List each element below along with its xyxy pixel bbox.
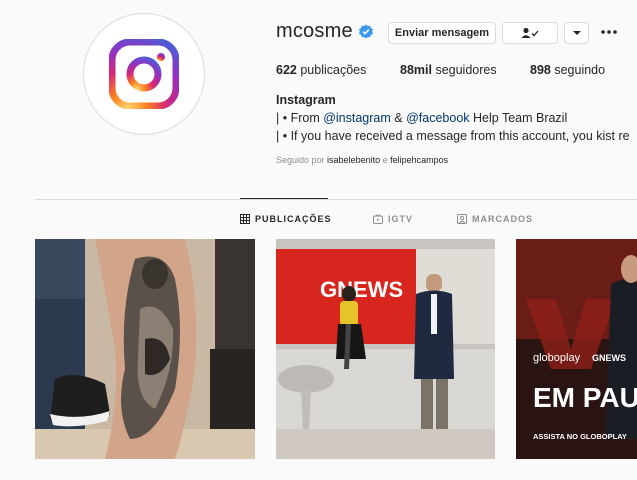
stat-following[interactable]: 898 seguindo <box>530 63 605 77</box>
post-thumbnail[interactable]: GNEWS <box>276 239 495 459</box>
active-tab-indicator <box>240 198 328 199</box>
tab-tagged[interactable]: MARCADOS <box>457 214 533 224</box>
profile-avatar[interactable] <box>83 13 205 135</box>
profile-username: mcosme <box>276 20 353 42</box>
more-horizontal-icon[interactable] <box>600 28 618 36</box>
bio-text: | • From <box>276 111 324 125</box>
instagram-logo-icon <box>109 39 179 109</box>
globoplay-logo-text: globoplay <box>533 352 581 364</box>
promo-headline: EM PAU <box>533 382 637 413</box>
bio-text: Help Team Brazil <box>469 111 568 125</box>
tagged-icon <box>457 214 467 224</box>
tab-igtv[interactable]: IGTV <box>373 214 413 224</box>
send-message-button[interactable]: Enviar mensagem <box>388 22 496 44</box>
gnews-logo-text: GNEWS <box>320 277 403 302</box>
suggestions-dropdown-button[interactable] <box>564 22 589 44</box>
bio-line-2: | • If you have received a message from … <box>276 129 630 143</box>
stat-followers[interactable]: 88mil seguidores <box>400 63 497 77</box>
person-check-icon <box>521 27 539 38</box>
facebook-mention-link[interactable]: @facebook <box>406 111 469 125</box>
stat-posts: 622 publicações <box>276 63 367 77</box>
bio-line-1: | • From @instagram & @facebook Help Tea… <box>276 111 567 125</box>
chevron-down-icon <box>572 31 581 35</box>
post-thumbnail[interactable] <box>35 239 255 459</box>
tabs-divider <box>35 199 637 200</box>
grid-icon <box>240 214 250 224</box>
tab-posts[interactable]: PUBLICAÇÕES <box>240 214 332 224</box>
followed-by[interactable]: Seguido por isabelebenito e felipehcampo… <box>276 155 448 165</box>
verified-badge-icon <box>359 24 373 39</box>
bio-text: & <box>390 111 407 125</box>
gnews-logo-text: GNEWS <box>592 353 626 363</box>
globoplay-promo: globoplay GNEWS EM PAU ASSISTA NO GLOBOP… <box>516 239 637 459</box>
post-thumbnail[interactable]: globoplay GNEWS EM PAU ASSISTA NO GLOBOP… <box>516 239 637 459</box>
news-studio-photo: GNEWS <box>276 239 495 459</box>
bio-full-name: Instagram <box>276 93 336 107</box>
promo-cta-text: ASSISTA NO GLOBOPLAY <box>533 432 627 441</box>
igtv-icon <box>373 214 383 224</box>
instagram-mention-link[interactable]: @instagram <box>323 111 391 125</box>
tattoo-photo <box>35 239 255 459</box>
following-button[interactable] <box>502 22 558 44</box>
